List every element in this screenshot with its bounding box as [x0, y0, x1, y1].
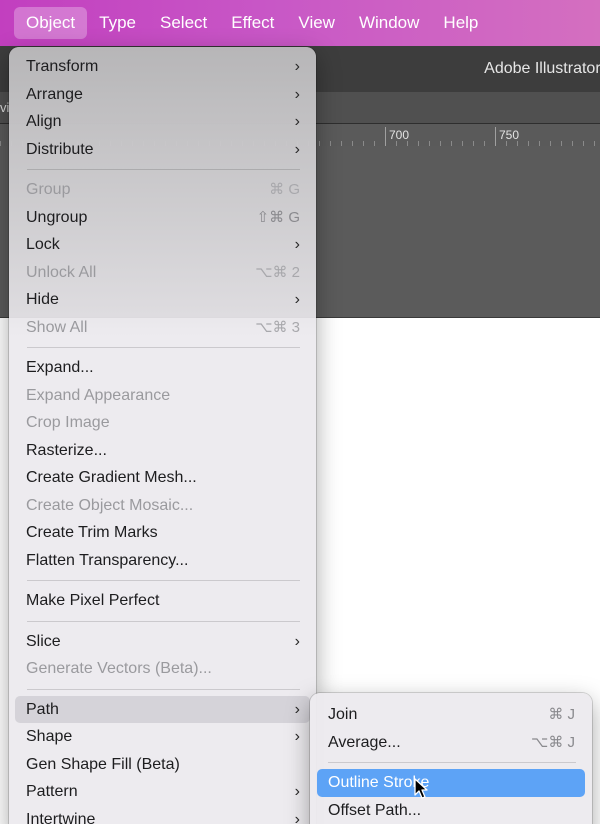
ruler-tick — [495, 127, 496, 146]
chevron-right-icon: › — [294, 85, 300, 103]
menu-item-label: Make Pixel Perfect — [26, 592, 160, 609]
menu-item-rasterize[interactable]: Rasterize... — [15, 437, 310, 465]
menu-item-label: Align — [26, 113, 62, 130]
menu-item-expand[interactable]: Expand... — [15, 354, 310, 382]
menu-item-label: Unlock All — [26, 263, 97, 281]
menu-item-label: Crop Image — [26, 414, 110, 431]
menu-item-label: Join — [328, 706, 358, 723]
menu-separator — [27, 688, 300, 690]
menu-item-label: Arrange — [26, 85, 83, 103]
menu-item-label: Expand... — [26, 359, 94, 376]
menubar-window[interactable]: Window — [347, 7, 431, 39]
menu-item-join[interactable]: Join ⌘ J — [317, 701, 585, 729]
chevron-right-icon: › — [294, 632, 300, 650]
menu-item-group: Group ⌘ G — [15, 176, 310, 204]
menubar-help[interactable]: Help — [431, 7, 490, 39]
menu-item-label: Expand Appearance — [26, 386, 171, 404]
menu-item-flatten-transparency[interactable]: Flatten Transparency... — [15, 547, 310, 575]
menu-item-create-gradient-mesh[interactable]: Create Gradient Mesh... — [15, 464, 310, 492]
menu-item-show-all: Show All ⌥⌘ 3 — [15, 314, 310, 342]
menu-item-average[interactable]: Average... ⌥⌘ J — [317, 729, 585, 757]
menu-item-label: Path — [26, 700, 59, 718]
menu-item-gen-shape-fill[interactable]: Gen Shape Fill (Beta) — [15, 751, 310, 779]
menu-item-label: Generate Vectors (Beta)... — [26, 660, 212, 677]
chevron-right-icon: › — [294, 810, 300, 824]
menubar-object[interactable]: Object — [14, 7, 88, 39]
keyboard-shortcut: ⌘ J — [548, 706, 575, 723]
path-submenu: Join ⌘ J Average... ⌥⌘ J Outline Stroke Of… — [310, 693, 592, 824]
menu-separator — [328, 762, 576, 763]
menu-separator — [27, 580, 300, 581]
keyboard-shortcut: ⌥⌘ J — [531, 733, 575, 751]
menubar-type[interactable]: Type — [87, 7, 148, 39]
chevron-right-icon: › — [294, 728, 300, 745]
menu-item-expand-appearance: Expand Appearance — [15, 382, 310, 410]
menu-item-make-pixel-perfect[interactable]: Make Pixel Perfect — [15, 587, 310, 615]
menu-item-label: Flatten Transparency... — [26, 551, 189, 569]
menu-item-create-object-mosaic: Create Object Mosaic... — [15, 492, 310, 520]
menu-separator — [27, 169, 300, 170]
menu-separator — [27, 347, 300, 348]
menu-item-create-trim-marks[interactable]: Create Trim Marks — [15, 519, 310, 547]
menu-item-outline-stroke[interactable]: Outline Stroke — [317, 769, 585, 797]
menu-item-intertwine[interactable]: Intertwine › — [15, 806, 310, 824]
menu-item-crop-image: Crop Image — [15, 409, 310, 437]
menu-item-label: Distribute — [26, 140, 94, 158]
keyboard-shortcut: ⇧⌘ G — [256, 208, 300, 226]
menu-item-arrange[interactable]: Arrange › — [15, 81, 310, 109]
menu-item-slice[interactable]: Slice › — [15, 628, 310, 656]
menu-item-label: Slice — [26, 632, 61, 650]
chevron-right-icon: › — [294, 783, 300, 800]
ruler-tick — [385, 127, 386, 146]
menubar-effect[interactable]: Effect — [219, 7, 286, 39]
menu-item-generate-vectors: Generate Vectors (Beta)... — [15, 655, 310, 683]
chevron-right-icon: › — [294, 58, 300, 75]
menu-item-label: Average... — [328, 733, 401, 751]
menu-item-label: Pattern — [26, 783, 78, 800]
menu-item-label: Gen Shape Fill (Beta) — [26, 755, 180, 773]
menu-item-label: Create Gradient Mesh... — [26, 469, 197, 486]
menu-item-label: Intertwine — [26, 810, 96, 824]
menubar-select[interactable]: Select — [148, 7, 219, 39]
menu-item-distribute[interactable]: Distribute › — [15, 136, 310, 164]
app-title: Adobe Illustrator 2 — [484, 60, 600, 77]
menu-item-label: Hide — [26, 291, 59, 308]
menu-separator — [27, 620, 300, 622]
chevron-right-icon: › — [294, 113, 300, 130]
menu-item-offset-path[interactable]: Offset Path... — [317, 797, 585, 824]
ruler-label: 700 — [389, 128, 410, 142]
menu-item-label: Transform — [26, 58, 99, 75]
menu-bar: Object Type Select Effect View Window He… — [0, 0, 600, 46]
ruler-label: 750 — [499, 128, 520, 142]
menu-item-path[interactable]: Path › — [15, 695, 310, 723]
chevron-right-icon: › — [294, 140, 300, 158]
chevron-right-icon: › — [294, 700, 300, 718]
menu-item-hide[interactable]: Hide › — [15, 286, 310, 314]
keyboard-shortcut: ⌥⌘ 2 — [255, 263, 300, 281]
menu-item-label: Lock — [26, 236, 60, 253]
menu-item-align[interactable]: Align › — [15, 108, 310, 136]
keyboard-shortcut: ⌥⌘ 3 — [255, 318, 300, 336]
menu-item-label: Create Trim Marks — [26, 524, 158, 541]
menu-item-pattern[interactable]: Pattern › — [15, 778, 310, 806]
menu-item-label: Ungroup — [26, 208, 88, 226]
menu-item-label: Rasterize... — [26, 441, 107, 459]
menu-item-shape[interactable]: Shape › — [15, 723, 310, 751]
menu-item-lock[interactable]: Lock › — [15, 231, 310, 259]
menu-item-transform[interactable]: Transform › — [15, 53, 310, 81]
menu-item-label: Group — [26, 181, 71, 198]
mouse-cursor-icon — [414, 778, 428, 799]
menu-item-label: Show All — [26, 318, 88, 336]
document-tab[interactable]: vi — [0, 100, 9, 115]
chevron-right-icon: › — [294, 291, 300, 308]
menu-item-unlock-all: Unlock All ⌥⌘ 2 — [15, 259, 310, 287]
menu-item-label: Shape — [26, 728, 73, 745]
menubar-view[interactable]: View — [286, 7, 347, 39]
keyboard-shortcut: ⌘ G — [269, 181, 300, 198]
menu-item-ungroup[interactable]: Ungroup ⇧⌘ G — [15, 204, 310, 232]
chevron-right-icon: › — [294, 236, 300, 253]
object-menu: Transform › Arrange › Align › Distribute › G… — [9, 47, 316, 824]
menu-item-label: Offset Path... — [328, 801, 422, 819]
menu-item-label: Create Object Mosaic... — [26, 496, 194, 514]
